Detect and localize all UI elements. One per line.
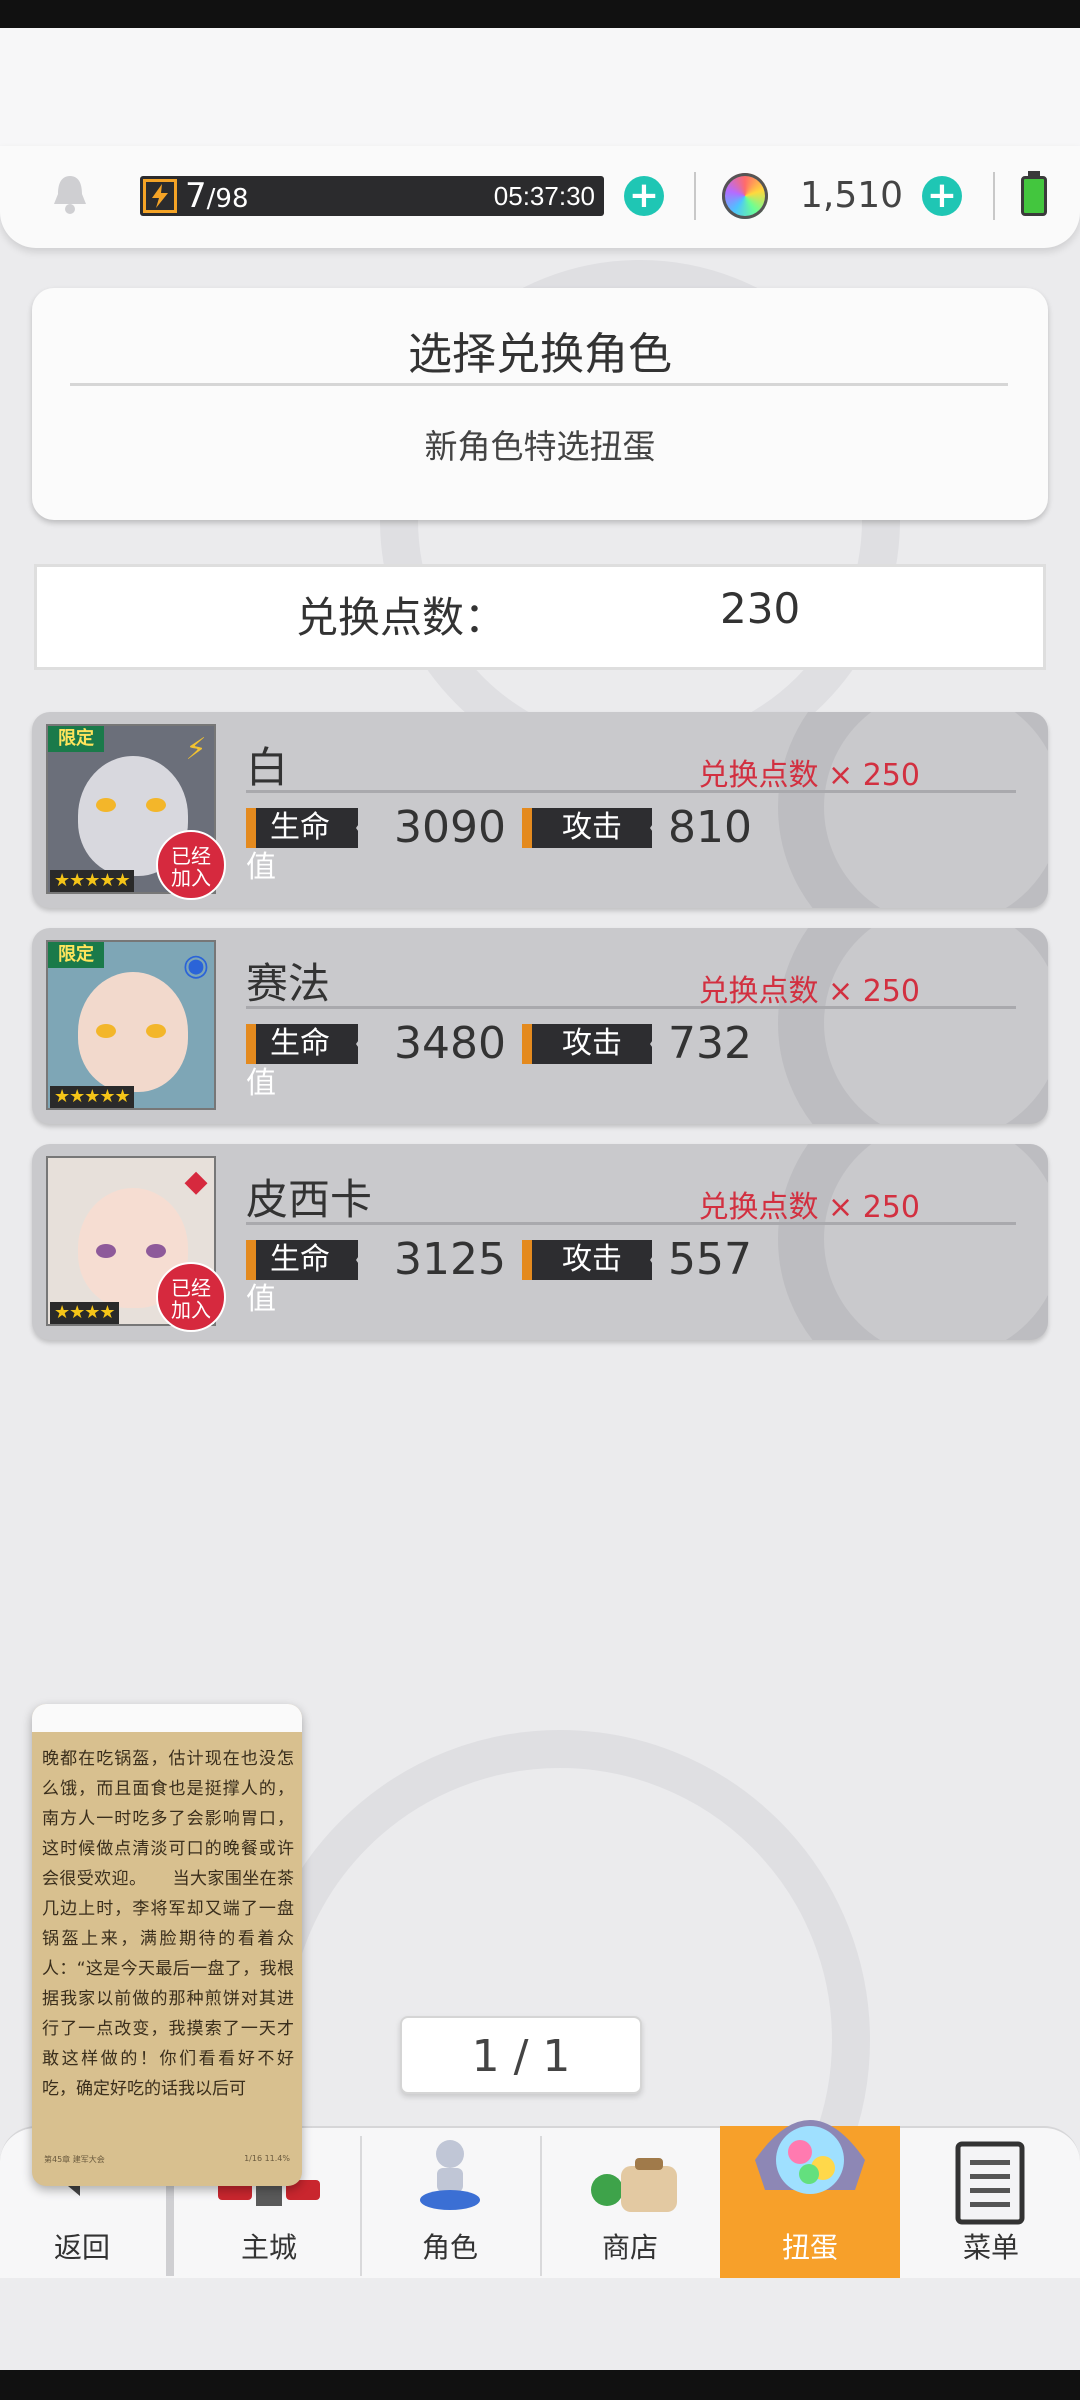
row-divider [246, 790, 1016, 793]
portrait-eye [96, 1244, 116, 1258]
diamond-element-icon: ◆ [184, 1164, 208, 1199]
water-element-icon: ◉ [182, 948, 210, 983]
star-rating: ★★★★ [50, 1302, 119, 1324]
page-title: 选择兑换角色 [408, 329, 672, 380]
stamina-timer: 05:37:30 [493, 181, 595, 211]
portrait-face [78, 972, 188, 1092]
row-emblem [778, 1144, 1048, 1340]
divider [993, 172, 995, 220]
hp-label: 生命值 [246, 1240, 370, 1317]
floating-reader-window[interactable]: 晚都在吃锅盔，估计现在也没怎么饿，而且面食也是挺撑人的，南方人一时吃多了会影响胃… [32, 1704, 302, 2186]
reader-text: 晚都在吃锅盔，估计现在也没怎么饿，而且面食也是挺撑人的，南方人一时吃多了会影响胃… [42, 1749, 294, 2099]
battery-icon [1021, 176, 1047, 216]
nav-label: 菜单 [962, 2231, 1019, 2264]
character-row-bai[interactable]: 限定 ⚡ ★★★★★ 已经 加入 白 兑换点数 × 250 生命值 3090 攻击… [32, 712, 1048, 908]
row-divider [246, 1006, 1016, 1009]
row-emblem [778, 712, 1048, 908]
portrait-eye [146, 1244, 166, 1258]
row-emblem [778, 928, 1048, 1124]
joined-badge: 已经 加入 [156, 830, 226, 900]
character-portrait: 限定 ◉ ★★★★★ [46, 940, 216, 1110]
status-bar [0, 0, 1080, 28]
nav-gacha[interactable]: 扭蛋 [721, 2090, 899, 2278]
menu-document-icon [955, 2141, 1025, 2225]
limited-tag: 限定 [48, 942, 104, 968]
shop-bag-icon [591, 2158, 677, 2212]
top-spacer [0, 28, 1080, 146]
exchange-points-box [34, 564, 1046, 670]
reader-progress: 1/16 11.4% [244, 2154, 290, 2163]
exchange-cost: 兑换点数 × 250 [698, 1190, 920, 1225]
hp-value: 3125 [394, 1234, 506, 1285]
hp-value: 3090 [394, 802, 506, 853]
nav-label: 扭蛋 [781, 2231, 838, 2264]
hp-label: 生命值 [246, 808, 370, 885]
portrait-eye [146, 1024, 166, 1038]
nav-menu[interactable]: 菜单 [902, 2126, 1080, 2278]
add-stamina-plus-icon[interactable]: + [624, 176, 664, 216]
limited-tag: 限定 [48, 726, 104, 752]
portrait-eye [146, 798, 166, 812]
reader-header [32, 1704, 302, 1732]
atk-value: 557 [668, 1234, 752, 1285]
nav-shop[interactable]: 商店 [541, 2126, 719, 2278]
star-rating: ★★★★★ [50, 1086, 134, 1108]
lightning-element-icon: ⚡ [185, 732, 207, 767]
reader-chapter: 第45章 建军大会 [44, 2155, 105, 2164]
hp-label: 生命值 [246, 1024, 370, 1101]
bottom-strip [0, 2278, 1080, 2370]
joined-badge: 已经 加入 [156, 1262, 226, 1332]
character-name: 白 [246, 743, 289, 792]
character-name: 赛法 [246, 959, 331, 1008]
reader-footer: 第45章 建军大会 1/16 11.4% [44, 2154, 290, 2165]
add-gems-plus-icon[interactable]: + [922, 176, 962, 216]
row-divider [246, 1222, 1016, 1225]
portrait-eye [96, 1024, 116, 1038]
exchange-points-label: 兑换点数： [296, 593, 507, 642]
nav-label: 返回 [53, 2231, 110, 2264]
nav-label: 主城 [240, 2231, 297, 2264]
stamina-value: 7/98 [185, 176, 249, 216]
character-row-saifa[interactable]: 限定 ◉ ★★★★★ 赛法 兑换点数 × 250 生命值 3480 攻击 732 [32, 928, 1048, 1124]
star-rating: ★★★★★ [50, 870, 134, 892]
page-indicator[interactable]: 1 / 1 [400, 2016, 642, 2094]
atk-value: 810 [668, 802, 752, 853]
portrait-eye [96, 798, 116, 812]
nav-label: 商店 [601, 2231, 658, 2264]
title-divider [70, 383, 1008, 386]
atk-label: 攻击 [522, 1024, 664, 1064]
exchange-cost: 兑换点数 × 250 [698, 758, 920, 793]
bell-icon[interactable] [50, 172, 90, 216]
exchange-points-value: 230 [720, 584, 801, 633]
atk-label: 攻击 [522, 1240, 664, 1280]
gem-count: 1,510 [800, 175, 904, 216]
lightning-icon [143, 179, 177, 213]
character-name: 皮西卡 [246, 1175, 373, 1224]
gem-icon [722, 173, 768, 219]
hp-value: 3480 [394, 1018, 506, 1069]
nav-characters[interactable]: 角色 [361, 2126, 539, 2278]
nav-gesture-bar [0, 2370, 1080, 2400]
atk-value: 732 [668, 1018, 752, 1069]
atk-label: 攻击 [522, 808, 664, 848]
banner-subtitle: 新角色特选扭蛋 [424, 427, 656, 466]
nav-label: 角色 [421, 2231, 478, 2264]
gacha-crystal-icon [755, 2120, 865, 2194]
character-row-pixika[interactable]: ◆ ★★★★ 已经 加入 皮西卡 兑换点数 × 250 生命值 3125 攻击 5… [32, 1144, 1048, 1340]
character-icon [420, 2140, 480, 2210]
exchange-cost: 兑换点数 × 250 [698, 974, 920, 1009]
divider [694, 172, 696, 220]
